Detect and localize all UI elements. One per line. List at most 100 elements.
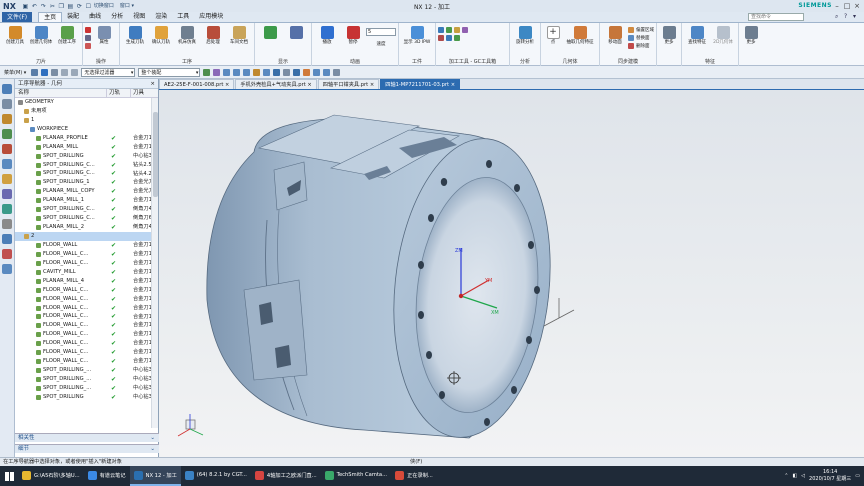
history-palette-icon[interactable]	[2, 189, 12, 199]
point-button[interactable]: + 点	[543, 25, 563, 46]
select-mode-icon[interactable]	[41, 68, 49, 76]
assembly-scope-dropdown[interactable]: 整个装配	[138, 67, 201, 77]
create-tool-button[interactable]: 创建刀具	[2, 25, 28, 46]
taskbar-item-nx[interactable]: NX 12 - 加工	[129, 466, 181, 486]
snap-icon[interactable]	[203, 68, 211, 76]
replace-face-button[interactable]: 替换面	[628, 34, 654, 41]
nav-row[interactable]: SPOT_DRILLING_C... ✔ 倒角刀4	[15, 205, 151, 214]
play-button[interactable]: 播放	[314, 25, 340, 46]
close-icon[interactable]: ×	[370, 82, 374, 88]
nav-row[interactable]: 1	[15, 116, 151, 125]
reuse-library-icon[interactable]	[2, 144, 12, 154]
snap-bound-icon[interactable]	[293, 68, 301, 76]
close-icon[interactable]: ×	[852, 0, 862, 12]
nav-row[interactable]: SPOT_DRILLING_C... ✔ 钻头2.5	[15, 161, 151, 170]
nav-row[interactable]: FLOOR_WALL_C... ✔ 合金刀1	[15, 295, 151, 304]
minimize-icon[interactable]: –	[832, 0, 842, 12]
dependencies-section[interactable]: 相关性 ⌄	[15, 433, 159, 442]
filter-icon[interactable]	[71, 68, 79, 76]
history-icon[interactable]	[2, 114, 12, 124]
gc-tool-2-button[interactable]	[438, 34, 468, 41]
process-studio-icon[interactable]	[2, 219, 12, 229]
column-toolpath[interactable]: 刀轨	[107, 89, 131, 97]
help-icon[interactable]: ?	[844, 13, 851, 20]
rotate-analysis-button[interactable]: 旋转分析	[512, 25, 538, 46]
notification-chevron-icon[interactable]: ⌃	[784, 473, 788, 479]
display-toolpath-button[interactable]	[257, 25, 283, 40]
menu-dropdown[interactable]: 菜单(M) ▾	[2, 69, 28, 76]
taskbar-item-video[interactable]: 4轴加工之欧派门直...	[251, 466, 321, 486]
nav-row[interactable]: FLOOR_WALL ✔ 合金刀1	[15, 241, 151, 250]
close-icon[interactable]: ×	[225, 82, 229, 88]
nav-row[interactable]: SPOT_DRILLING ✔ 中心钻3	[15, 152, 151, 161]
shop-docs-button[interactable]: 车间文档	[226, 25, 252, 46]
nav-row[interactable]: FLOOR_WALL_C... ✔ 合金刀1	[15, 259, 151, 268]
nav-row[interactable]: CAVITY_MILL ✔ 合金刀1	[15, 268, 151, 277]
properties-button[interactable]: 属性	[91, 25, 117, 46]
create-geometry-button[interactable]: 创建几何体	[28, 25, 54, 46]
snap-curve-icon[interactable]	[283, 68, 291, 76]
nav-row[interactable]: PLANAR_MILL_1 ✔ 合金刀1	[15, 196, 151, 205]
offset-region-button[interactable]: 偏置区域	[628, 26, 654, 33]
nav-row[interactable]: FLOOR_WALL_C... ✔ 合金刀1	[15, 304, 151, 313]
volume-icon[interactable]: ◁	[801, 473, 805, 479]
taskbar-item-camtasia[interactable]: TechSmith Camta...	[321, 466, 391, 486]
extract-geometry-button[interactable]: 抽取几何特征	[563, 25, 597, 46]
snap-tangent-icon[interactable]	[323, 68, 331, 76]
part-model[interactable]: ZM XM YM	[159, 90, 864, 457]
system-materials-icon[interactable]	[2, 204, 12, 214]
nav-row[interactable]: FLOOR_WALL_C... ✔ 合金刀1	[15, 339, 151, 348]
manufacturing-wizard-icon[interactable]	[2, 264, 12, 274]
doc-tab-3[interactable]: 四轴平口钳夹具.prt ×	[317, 79, 380, 89]
menu-tab-render[interactable]: 渲染	[150, 12, 172, 22]
pause-button[interactable]: 暂停	[340, 25, 366, 46]
taskbar-item-explorer[interactable]: G:\A5石阶\多轴U...	[18, 466, 84, 486]
nav-row[interactable]: SPOT_DRILLING_C... ✔ 钻头4.2	[15, 170, 151, 179]
nav-row[interactable]: SPOT_DRILLING_... ✔ 中心钻3	[15, 384, 151, 393]
nav-row[interactable]: FLOOR_WALL_C... ✔ 合金刀1	[15, 321, 151, 330]
menu-tab-view[interactable]: 视图	[128, 12, 150, 22]
operation-navigator-icon[interactable]	[2, 84, 12, 94]
more-button-2[interactable]: 更多	[741, 25, 761, 46]
snap-face-icon[interactable]	[273, 68, 281, 76]
layer-icon[interactable]	[61, 68, 69, 76]
clock[interactable]: 16:14 2020/10/7 星期三	[809, 469, 851, 483]
delete-face-button[interactable]: 删除面	[628, 42, 654, 49]
snap-exist-icon[interactable]	[303, 68, 311, 76]
command-search-input[interactable]: 查找命令	[748, 13, 804, 21]
doc-tab-2[interactable]: 手机外壳检具+气动夹具.prt ×	[235, 79, 317, 89]
snap-quadrant-icon[interactable]	[253, 68, 261, 76]
snap-point-icon[interactable]	[213, 68, 221, 76]
more-button[interactable]: 更多	[659, 25, 679, 46]
search-icon[interactable]: ⌕	[835, 13, 842, 20]
nav-row[interactable]: SPOT_DRILLING_C... ✔ 倒角刀6	[15, 214, 151, 223]
nav-row[interactable]: WORKPIECE	[15, 125, 151, 134]
close-icon[interactable]: ×	[307, 82, 311, 88]
graphics-viewport[interactable]: ZM XM YM	[159, 90, 864, 457]
details-section[interactable]: 细节 ⌄	[15, 444, 159, 453]
maximize-icon[interactable]: □	[842, 0, 852, 12]
taskbar-item-browser[interactable]: (64) 8.2.1 by CGT...	[181, 466, 251, 486]
nav-row[interactable]: SPOT_DRILLING_1 ✔ 合金光刀	[15, 178, 151, 187]
nav-row[interactable]: PLANAR_MILL ✔ 合金刀1	[15, 143, 151, 152]
create-operation-button[interactable]: 创建工序	[54, 25, 80, 46]
speed-input[interactable]: 5	[366, 28, 396, 36]
hd3d-icon[interactable]	[2, 159, 12, 169]
menu-tab-curve[interactable]: 曲线	[84, 12, 106, 22]
file-menu[interactable]: 文件(F)	[2, 12, 33, 22]
start-button[interactable]	[0, 466, 18, 486]
nav-row[interactable]: FLOOR_WALL_C... ✔ 合金刀1	[15, 286, 151, 295]
nav-row[interactable]: PLANAR_PROFILE ✔ 合金刀1	[15, 134, 151, 143]
nav-row[interactable]: FLOOR_WALL_C... ✔ 合金刀1	[15, 330, 151, 339]
postprocess-button[interactable]: 后处理	[200, 25, 226, 46]
nav-row[interactable]: PLANAR_MILL_4 ✔ 合金刀1	[15, 277, 151, 286]
menu-tab-assembly[interactable]: 装配	[62, 12, 84, 22]
close-icon[interactable]: ×	[150, 79, 155, 89]
doc-tab-1[interactable]: AE2-25E-F-001-008.prt ×	[159, 79, 235, 89]
snap-pole-icon[interactable]	[333, 68, 341, 76]
2d-geometry-button[interactable]: 2D几何体	[710, 25, 736, 46]
nav-row[interactable]: SPOT_DRILLING ✔ 中心钻3	[15, 393, 151, 402]
system-scenes-icon[interactable]	[2, 249, 12, 259]
view-icon[interactable]	[51, 68, 59, 76]
column-tool[interactable]: 刀具	[131, 89, 153, 97]
